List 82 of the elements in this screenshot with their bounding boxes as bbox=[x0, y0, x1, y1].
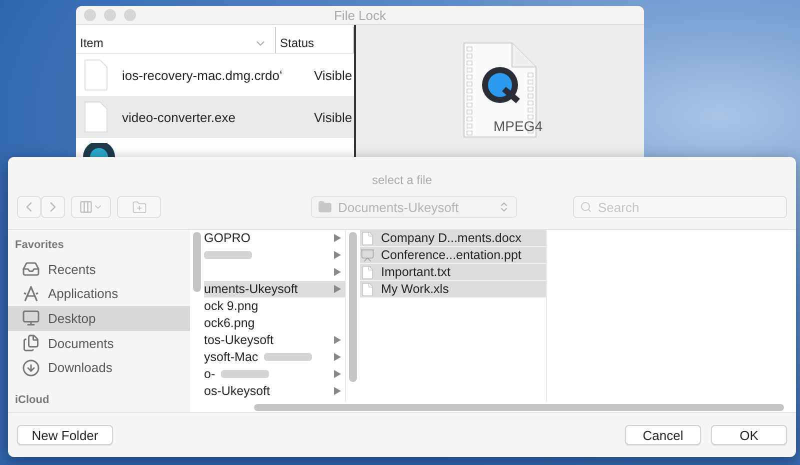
file-name: ysoft-Mac bbox=[204, 350, 258, 364]
columns-icon bbox=[79, 200, 93, 214]
browser-row[interactable]: os-Ukeysoft bbox=[204, 383, 345, 400]
disclosure-arrow-icon bbox=[334, 370, 341, 378]
browser-row[interactable]: My Work.xls bbox=[360, 281, 546, 298]
scrollbar[interactable] bbox=[349, 232, 357, 382]
zoom-button[interactable] bbox=[124, 9, 136, 21]
file-name: GOPRO bbox=[204, 231, 251, 245]
file-name: tos-Ukeysoft bbox=[204, 333, 274, 347]
disclosure-arrow-icon bbox=[334, 251, 341, 259]
browser-row[interactable]: Important.txt bbox=[360, 264, 546, 281]
document-icon bbox=[360, 230, 375, 246]
sidebar-heading: iCloud bbox=[14, 392, 50, 408]
file-name: o- bbox=[204, 367, 216, 381]
disclosure-arrow-icon bbox=[334, 234, 341, 242]
file-name: Conference...entation.ppt bbox=[381, 248, 522, 262]
ok-button[interactable]: OK bbox=[711, 425, 787, 445]
file-name: ock 9.png bbox=[204, 299, 258, 313]
tray-icon bbox=[22, 260, 40, 278]
disclosure-arrow-icon bbox=[334, 387, 341, 395]
blurred-text bbox=[264, 353, 312, 361]
file-type-label: MPEG4 bbox=[493, 118, 542, 134]
sidebar-heading: Favorites bbox=[14, 238, 65, 253]
browser-row[interactable]: o- bbox=[204, 366, 345, 383]
documents-icon bbox=[22, 334, 40, 352]
column-header[interactable]: Status bbox=[276, 27, 354, 53]
document-icon bbox=[360, 282, 375, 296]
status-text: Visible bbox=[314, 68, 352, 82]
browser-row[interactable]: ock6.png bbox=[204, 315, 345, 332]
up-down-arrows-icon bbox=[498, 201, 510, 213]
column-header[interactable]: Item bbox=[76, 27, 276, 53]
file-name: ock6.png bbox=[204, 316, 255, 330]
file-icon bbox=[84, 59, 108, 91]
horizontal-scrollbar[interactable] bbox=[254, 404, 784, 410]
forward-button[interactable] bbox=[41, 196, 65, 218]
browser-row[interactable]: ysoft-Mac bbox=[204, 349, 345, 366]
minimize-button[interactable] bbox=[104, 9, 116, 21]
browser-row[interactable]: ock 9.png bbox=[204, 298, 345, 315]
browser-row[interactable]: Conference...entation.ppt bbox=[360, 247, 546, 264]
file-name: uments-Ukeysoft bbox=[204, 282, 298, 296]
blurred-text bbox=[204, 251, 252, 259]
sidebar-item[interactable]: Downloads bbox=[8, 355, 190, 380]
file-name: My Work.xls bbox=[381, 282, 449, 296]
browser-row[interactable]: GOPRO bbox=[204, 230, 345, 247]
table-row[interactable]: video-converter.exe Visible bbox=[76, 96, 354, 138]
sidebar-item[interactable]: Desktop bbox=[8, 306, 190, 331]
sidebar-item[interactable]: Documents bbox=[8, 330, 190, 356]
close-button[interactable] bbox=[84, 9, 96, 21]
disclosure-arrow-icon bbox=[334, 336, 341, 344]
disclosure-arrow-icon bbox=[334, 353, 341, 361]
folder-plus-icon bbox=[132, 200, 146, 214]
app-icon bbox=[82, 143, 116, 157]
slide-icon bbox=[360, 248, 375, 262]
back-button[interactable] bbox=[17, 196, 41, 218]
blurred-text bbox=[221, 370, 270, 378]
item-name: ios-recovery-mac.dmg.crdoʻ bbox=[122, 68, 284, 82]
scrollbar[interactable] bbox=[193, 232, 201, 292]
search-icon bbox=[580, 201, 592, 213]
disclosure-arrow-icon bbox=[334, 285, 341, 293]
item-name: video-converter.exe bbox=[122, 110, 236, 124]
dialog-title: select a file bbox=[372, 173, 432, 187]
window-title: File Lock bbox=[334, 8, 386, 22]
status-text: Visible bbox=[314, 110, 352, 124]
file-icon bbox=[84, 101, 108, 133]
new-folder-button[interactable]: New Folder bbox=[17, 425, 113, 445]
new-folder-icon-button[interactable] bbox=[117, 196, 161, 218]
disclosure-arrow-icon bbox=[334, 268, 341, 276]
view-mode-button[interactable] bbox=[71, 196, 111, 218]
file-name: Important.txt bbox=[381, 265, 450, 279]
browser-row[interactable]: uments-Ukeysoft bbox=[204, 281, 345, 298]
file-name: Company D...ments.docx bbox=[381, 231, 522, 245]
cancel-button[interactable]: Cancel bbox=[625, 425, 701, 445]
sidebar-item[interactable]: Recents bbox=[8, 257, 190, 282]
file-name: os-Ukeysoft bbox=[204, 384, 270, 398]
browser-row[interactable]: Company D...ments.docx bbox=[360, 230, 546, 247]
monitor-icon bbox=[22, 309, 40, 328]
applications-icon bbox=[22, 286, 40, 302]
sidebar-item[interactable]: Applications bbox=[8, 282, 190, 306]
folder-icon bbox=[318, 200, 332, 214]
document-icon bbox=[360, 264, 375, 280]
browser-row[interactable]: tos-Ukeysoft bbox=[204, 332, 345, 349]
download-icon bbox=[22, 358, 40, 377]
